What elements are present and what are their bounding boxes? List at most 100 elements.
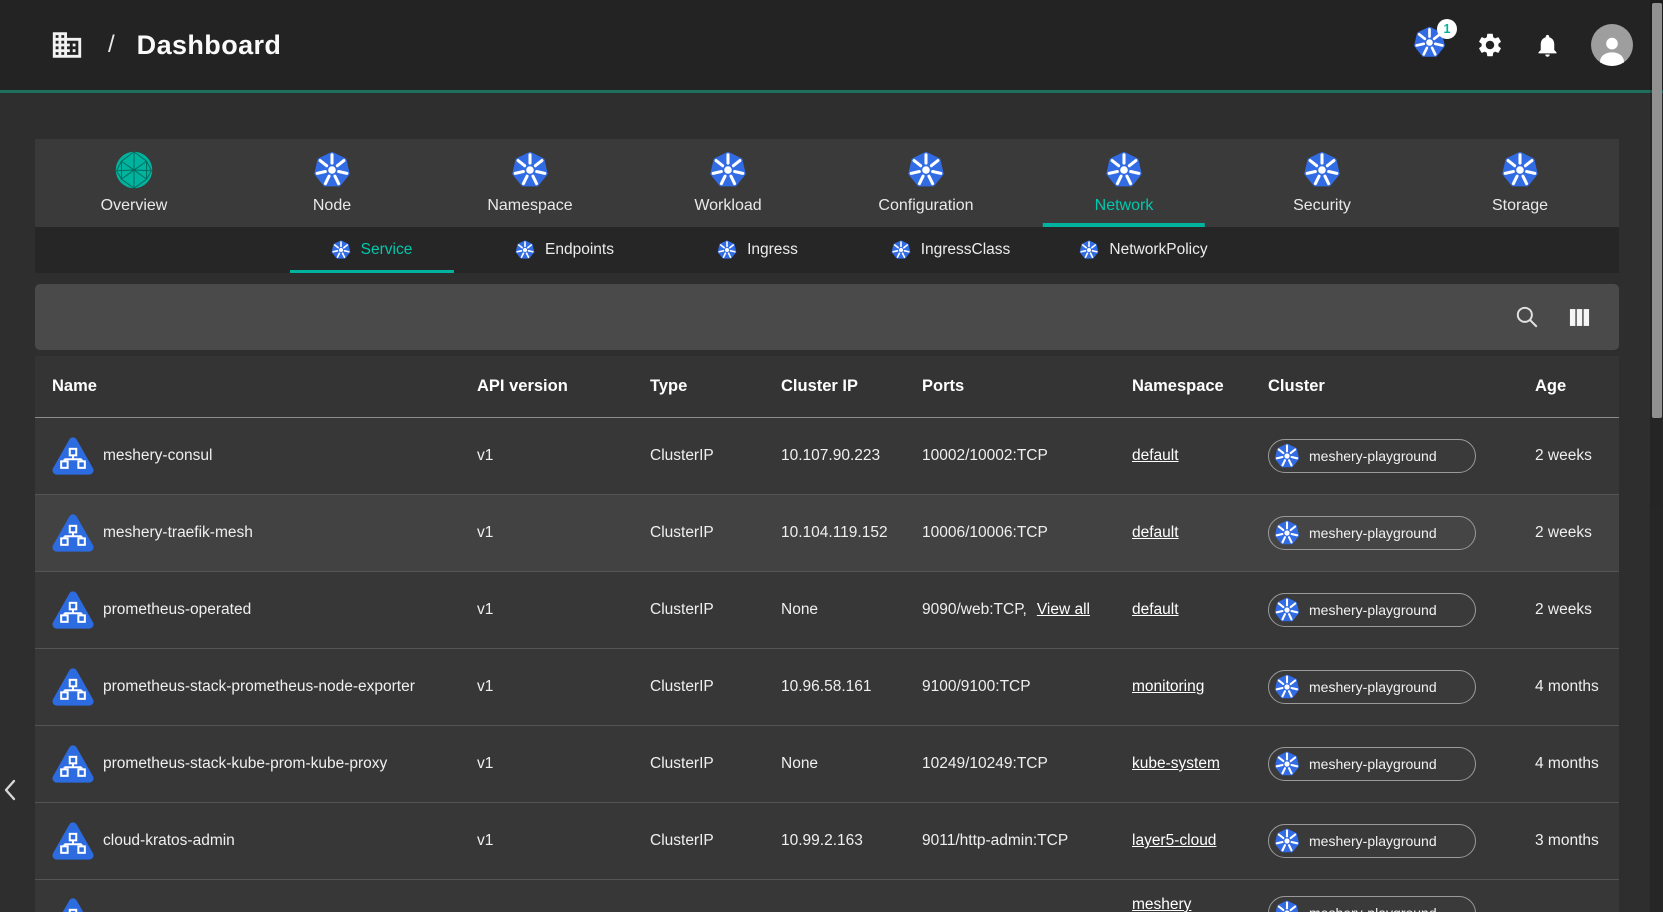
cluster-ip-cell: None — [781, 601, 922, 619]
header-actions: 1 — [1413, 24, 1663, 66]
settings-gear-icon — [1476, 31, 1504, 59]
table-row[interactable]: meshery-consulv1ClusterIP10.107.90.22310… — [35, 418, 1619, 495]
tab-network[interactable]: Network — [1025, 139, 1223, 227]
subtab-networkpolicy[interactable]: NetworkPolicy — [1047, 227, 1240, 273]
cluster-chip[interactable]: meshery-playground — [1268, 439, 1476, 473]
service-name: cloud-kratos-admin — [103, 832, 235, 850]
cluster-chip[interactable]: meshery-playground — [1268, 593, 1476, 627]
api-version-cell: v1 — [477, 601, 650, 619]
kubernetes-icon — [515, 240, 535, 260]
service-name: meshery-consul — [103, 447, 212, 465]
kubernetes-icon — [717, 240, 737, 260]
namespace-cell: meshery — [1132, 896, 1268, 912]
kubernetes-connections-button[interactable]: 1 — [1413, 26, 1446, 64]
tab-label: Namespace — [487, 197, 572, 215]
cluster-ip-cell: 10.99.2.163 — [781, 832, 922, 850]
scrollbar-thumb[interactable] — [1652, 3, 1662, 418]
column-header-type[interactable]: Type — [650, 377, 781, 396]
subtab-service[interactable]: Service — [275, 227, 468, 273]
table-row[interactable]: meshery-traefik-meshv1ClusterIP10.104.11… — [35, 495, 1619, 572]
kubernetes-icon — [1303, 151, 1341, 189]
table-header-row: NameAPI versionTypeCluster IPPortsNamesp… — [35, 356, 1619, 418]
service-triangle-icon — [52, 512, 94, 554]
organization-buildings-icon[interactable] — [50, 28, 84, 62]
cluster-chip[interactable]: meshery-playground — [1268, 747, 1476, 781]
column-header-namespace[interactable]: Namespace — [1132, 377, 1268, 396]
tab-namespace[interactable]: Namespace — [431, 139, 629, 227]
kubernetes-icon — [313, 151, 351, 189]
person-icon — [1595, 32, 1629, 66]
subtab-label: IngressClass — [921, 241, 1011, 259]
namespace-cell: monitoring — [1132, 678, 1268, 696]
tab-label: Storage — [1492, 197, 1548, 215]
table-row[interactable]: meshery meshery-playground — [35, 880, 1619, 912]
tab-security[interactable]: Security — [1223, 139, 1421, 227]
tab-node[interactable]: Node — [233, 139, 431, 227]
namespace-cell: layer5-cloud — [1132, 832, 1268, 850]
table-row[interactable]: prometheus-stack-prometheus-node-exporte… — [35, 649, 1619, 726]
api-version-cell: v1 — [477, 832, 650, 850]
ports-value: 9011/http-admin:TCP — [922, 832, 1068, 850]
cluster-chip[interactable]: meshery-playground — [1268, 824, 1476, 858]
ports-cell: 10002/10002:TCP — [922, 447, 1132, 465]
search-icon — [1514, 304, 1540, 330]
service-name: meshery-traefik-mesh — [103, 524, 253, 542]
namespace-link[interactable]: layer5-cloud — [1132, 832, 1268, 850]
age-cell: 4 months — [1535, 755, 1619, 773]
column-header-ports[interactable]: Ports — [922, 377, 1132, 396]
tab-storage[interactable]: Storage — [1421, 139, 1619, 227]
ports-cell: 9011/http-admin:TCP — [922, 832, 1132, 850]
cluster-chip[interactable]: meshery-playground — [1268, 516, 1476, 550]
ports-value: 10006/10006:TCP — [922, 524, 1048, 542]
column-header-age[interactable]: Age — [1535, 377, 1619, 396]
namespace-link[interactable]: kube-system — [1132, 755, 1268, 773]
collapse-panel-chevron-icon[interactable] — [2, 778, 18, 802]
user-avatar[interactable] — [1591, 24, 1633, 66]
service-name-cell: prometheus-operated — [52, 589, 477, 631]
subtab-ingressclass[interactable]: IngressClass — [854, 227, 1047, 273]
api-version-cell: v1 — [477, 524, 650, 542]
cluster-ip-cell: 10.107.90.223 — [781, 447, 922, 465]
namespace-link[interactable]: meshery — [1132, 896, 1268, 912]
column-header-cluster-ip[interactable]: Cluster IP — [781, 377, 922, 396]
subtab-endpoints[interactable]: Endpoints — [468, 227, 661, 273]
namespace-link[interactable]: monitoring — [1132, 678, 1268, 696]
cluster-cell: meshery-playground — [1268, 439, 1535, 474]
age-cell: 4 months — [1535, 678, 1619, 696]
age-cell: 2 weeks — [1535, 601, 1619, 619]
tab-configuration[interactable]: Configuration — [827, 139, 1025, 227]
subtab-ingress[interactable]: Ingress — [661, 227, 854, 273]
service-triangle-icon — [52, 896, 94, 912]
age-cell: 2 weeks — [1535, 524, 1619, 542]
service-name-cell: cloud-kratos-admin — [52, 820, 477, 862]
cluster-chip[interactable]: meshery-playground — [1268, 896, 1476, 912]
kubernetes-icon — [907, 151, 945, 189]
table-row[interactable]: prometheus-stack-kube-prom-kube-proxyv1C… — [35, 726, 1619, 803]
age-cell: 2 weeks — [1535, 447, 1619, 465]
service-triangle-icon — [52, 743, 94, 785]
namespace-cell: default — [1132, 601, 1268, 619]
namespace-link[interactable]: default — [1132, 447, 1268, 465]
notifications-button[interactable] — [1534, 32, 1561, 59]
tab-workload[interactable]: Workload — [629, 139, 827, 227]
settings-button[interactable] — [1476, 31, 1504, 59]
search-button[interactable] — [1514, 304, 1540, 330]
column-header-api-version[interactable]: API version — [477, 377, 650, 396]
subtab-label: Endpoints — [545, 241, 614, 259]
ports-cell: 9100/9100:TCP — [922, 678, 1132, 696]
kubernetes-icon — [1501, 151, 1539, 189]
view-all-ports-link[interactable]: View all — [1037, 601, 1090, 619]
ports-value: 9090/web:TCP, — [922, 601, 1027, 619]
tab-overview[interactable]: Overview — [35, 139, 233, 227]
view-columns-button[interactable] — [1566, 304, 1593, 331]
table-row[interactable]: prometheus-operatedv1ClusterIPNone9090/w… — [35, 572, 1619, 649]
column-header-cluster[interactable]: Cluster — [1268, 377, 1535, 396]
namespace-link[interactable]: default — [1132, 601, 1268, 619]
cluster-cell: meshery-playground — [1268, 896, 1535, 912]
subtab-label: Ingress — [747, 241, 798, 259]
tab-label: Security — [1293, 197, 1351, 215]
table-row[interactable]: cloud-kratos-adminv1ClusterIP10.99.2.163… — [35, 803, 1619, 880]
namespace-link[interactable]: default — [1132, 524, 1268, 542]
cluster-chip[interactable]: meshery-playground — [1268, 670, 1476, 704]
column-header-name[interactable]: Name — [52, 377, 477, 396]
